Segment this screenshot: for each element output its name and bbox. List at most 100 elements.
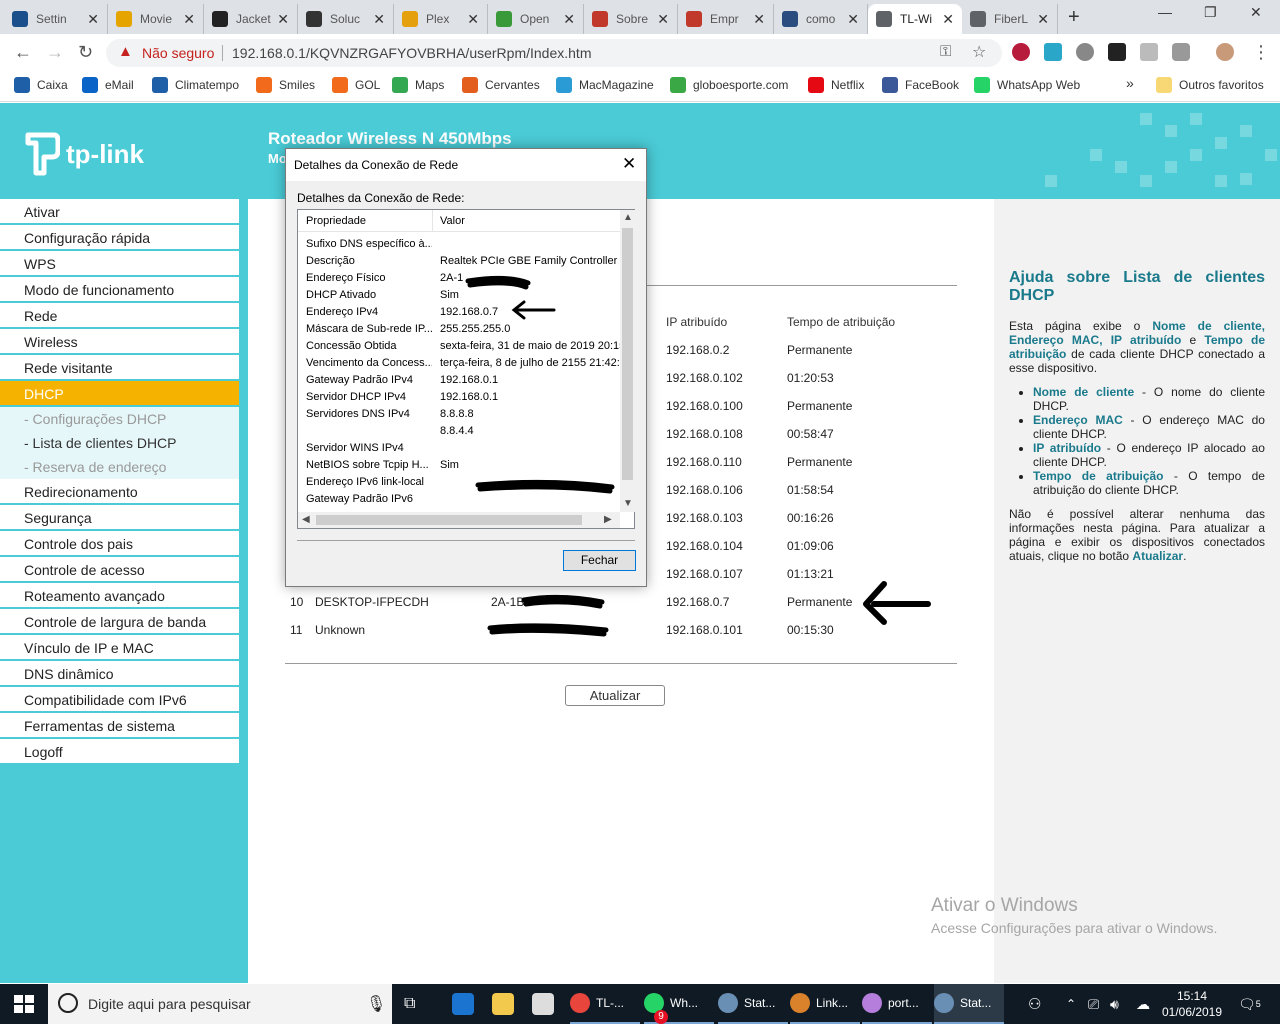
volume-icon[interactable]: 🔊︎	[1110, 984, 1119, 1024]
horizontal-scroll-thumb[interactable]	[316, 515, 582, 525]
tab[interactable]: Open ✕	[488, 4, 584, 34]
menu-item[interactable]: Ativar	[0, 199, 239, 225]
url-text[interactable]: 192.168.0.1/KQVNZRGAFYOVBRHA/userRpm/Ind…	[232, 45, 591, 61]
bookmark-item[interactable]: eMail	[82, 77, 134, 93]
bookmark-item[interactable]: Cervantes	[462, 77, 540, 93]
forward-icon[interactable]: →	[46, 42, 64, 63]
tab-close-icon[interactable]: ✕	[373, 11, 385, 28]
notification-icon[interactable]: 🗨︎ 5	[1238, 984, 1261, 1024]
reload-icon[interactable]: ↻	[78, 42, 93, 63]
key-icon[interactable]: ⚿	[940, 43, 951, 60]
taskbar-app[interactable]: port...	[862, 984, 932, 1024]
menu-item[interactable]: - Reserva de endereço	[0, 455, 239, 479]
bookmark-item[interactable]: FaceBook	[882, 77, 959, 93]
taskbar-app[interactable]: Stat...	[718, 984, 788, 1024]
tab-close-icon[interactable]: ✕	[942, 11, 954, 28]
tab[interactable]: Movie ✕	[108, 4, 204, 34]
bookmark-item[interactable]: GOL	[332, 77, 380, 93]
bookmark-item[interactable]: Maps	[392, 77, 444, 93]
menu-item[interactable]: Segurança	[0, 505, 239, 531]
tab[interactable]: TL-Wi ✕	[868, 4, 962, 34]
tab-close-icon[interactable]: ✕	[563, 11, 575, 28]
scroll-down-icon[interactable]: ▼	[623, 498, 633, 509]
menu-item[interactable]: Ferramentas de sistema	[0, 713, 239, 739]
network-icon[interactable]: ⎚	[1088, 984, 1099, 1024]
column-separator[interactable]	[432, 210, 433, 232]
tab-close-icon[interactable]: ✕	[277, 11, 289, 28]
tab-close-icon[interactable]: ✕	[467, 11, 479, 28]
file-explorer-icon[interactable]	[492, 984, 520, 1024]
windows-start-icon[interactable]	[14, 995, 34, 1013]
scroll-up-icon[interactable]: ▲	[623, 212, 633, 223]
menu-item[interactable]: Modo de funcionamento	[0, 277, 239, 303]
taskbar-search-box[interactable]: Digite aqui para pesquisar 🎙	[48, 984, 392, 1024]
taskbar-app[interactable]: Link...	[790, 984, 860, 1024]
tab-close-icon[interactable]: ✕	[87, 11, 99, 28]
minimize-button[interactable]: —	[1158, 4, 1172, 20]
menu-item[interactable]: Controle dos pais	[0, 531, 239, 557]
menu-item[interactable]: Wireless	[0, 329, 239, 355]
bookmark-item[interactable]: Netflix	[808, 77, 864, 93]
details-list[interactable]: Propriedade Valor Sufixo DNS específico …	[297, 209, 635, 529]
menu-item[interactable]: DHCP	[0, 381, 239, 407]
tab-close-icon[interactable]: ✕	[1037, 11, 1049, 28]
mail-icon[interactable]	[532, 984, 560, 1024]
address-bar[interactable]: ▲ Não seguro 192.168.0.1/KQVNZRGAFYOVBRH…	[106, 39, 1002, 67]
vertical-scroll-thumb[interactable]	[622, 228, 633, 480]
vertical-scrollbar[interactable]: ▲ ▼	[620, 210, 635, 512]
taskbar-app[interactable]: TL-...	[570, 984, 640, 1024]
new-tab-button[interactable]: +	[1068, 6, 1080, 29]
dialog-titlebar[interactable]: Detalhes da Conexão de Rede ✕	[286, 149, 646, 181]
tab[interactable]: FiberL ✕	[962, 4, 1058, 34]
cast-icon[interactable]	[1140, 43, 1158, 61]
tab-close-icon[interactable]: ✕	[847, 11, 859, 28]
bookmark-item[interactable]: Smiles	[256, 77, 315, 93]
menu-item[interactable]: Roteamento avançado	[0, 583, 239, 609]
bookmark-item[interactable]: WhatsApp Web	[974, 77, 1080, 93]
scroll-right-icon[interactable]: ▶	[604, 514, 612, 525]
menu-item[interactable]: Compatibilidade com IPv6	[0, 687, 239, 713]
menu-item[interactable]: Controle de largura de banda	[0, 609, 239, 635]
warning-icon[interactable]: ▲	[118, 43, 133, 60]
menu-item[interactable]: Controle de acesso	[0, 557, 239, 583]
extension-icon[interactable]	[1044, 43, 1062, 61]
task-view-icon[interactable]: ⧉	[404, 984, 430, 1024]
menu-item[interactable]: WPS	[0, 251, 239, 277]
taskbar-app[interactable]: Stat...	[934, 984, 1004, 1024]
onedrive-icon[interactable]: ☁	[1136, 984, 1150, 1024]
column-header-property[interactable]: Propriedade	[306, 215, 366, 227]
bookmark-item[interactable]: MacMagazine	[556, 77, 654, 93]
microphone-icon[interactable]: 🎙	[366, 994, 386, 1014]
tab[interactable]: Empr ✕	[678, 4, 774, 34]
extension-icon[interactable]	[1076, 43, 1094, 61]
tab-close-icon[interactable]: ✕	[657, 11, 669, 28]
bookmark-item[interactable]: globoesporte.com	[670, 77, 788, 93]
extension-icon[interactable]	[1012, 43, 1030, 61]
update-button[interactable]: Atualizar	[565, 685, 665, 706]
horizontal-scrollbar[interactable]: ◀ ▶	[298, 512, 620, 528]
bookmark-item[interactable]: Caixa	[14, 77, 68, 93]
tab[interactable]: Sobre ✕	[584, 4, 678, 34]
taskbar-clock[interactable]: 15:14 01/06/2019	[1160, 988, 1224, 1020]
close-window-button[interactable]: ✕	[1250, 4, 1262, 21]
menu-icon[interactable]: ⋮	[1252, 42, 1270, 63]
menu-item[interactable]: DNS dinâmico	[0, 661, 239, 687]
star-icon[interactable]: ☆	[972, 42, 986, 62]
close-button[interactable]: Fechar	[563, 550, 636, 571]
detail-row[interactable]: Sufixo DNS específico à...	[298, 236, 620, 253]
tab[interactable]: Soluc ✕	[298, 4, 394, 34]
menu-item[interactable]: - Configurações DHCP	[0, 407, 239, 431]
bookmark-item[interactable]: Climatempo	[152, 77, 239, 93]
menu-item[interactable]: Configuração rápida	[0, 225, 239, 251]
menu-item[interactable]: Rede visitante	[0, 355, 239, 381]
other-bookmarks-folder[interactable]: Outros favoritos	[1156, 77, 1264, 93]
insecure-label[interactable]: Não seguro	[142, 45, 214, 61]
shield-icon[interactable]	[1108, 43, 1126, 61]
avatar[interactable]	[1216, 43, 1234, 61]
tab[interactable]: Plex ✕	[394, 4, 488, 34]
menu-item[interactable]: - Lista de clientes DHCP	[0, 431, 239, 455]
menu-item[interactable]: Rede	[0, 303, 239, 329]
dialog-close-icon[interactable]: ✕	[622, 154, 636, 174]
tab[interactable]: como ✕	[774, 4, 868, 34]
column-header-value[interactable]: Valor	[440, 215, 465, 227]
